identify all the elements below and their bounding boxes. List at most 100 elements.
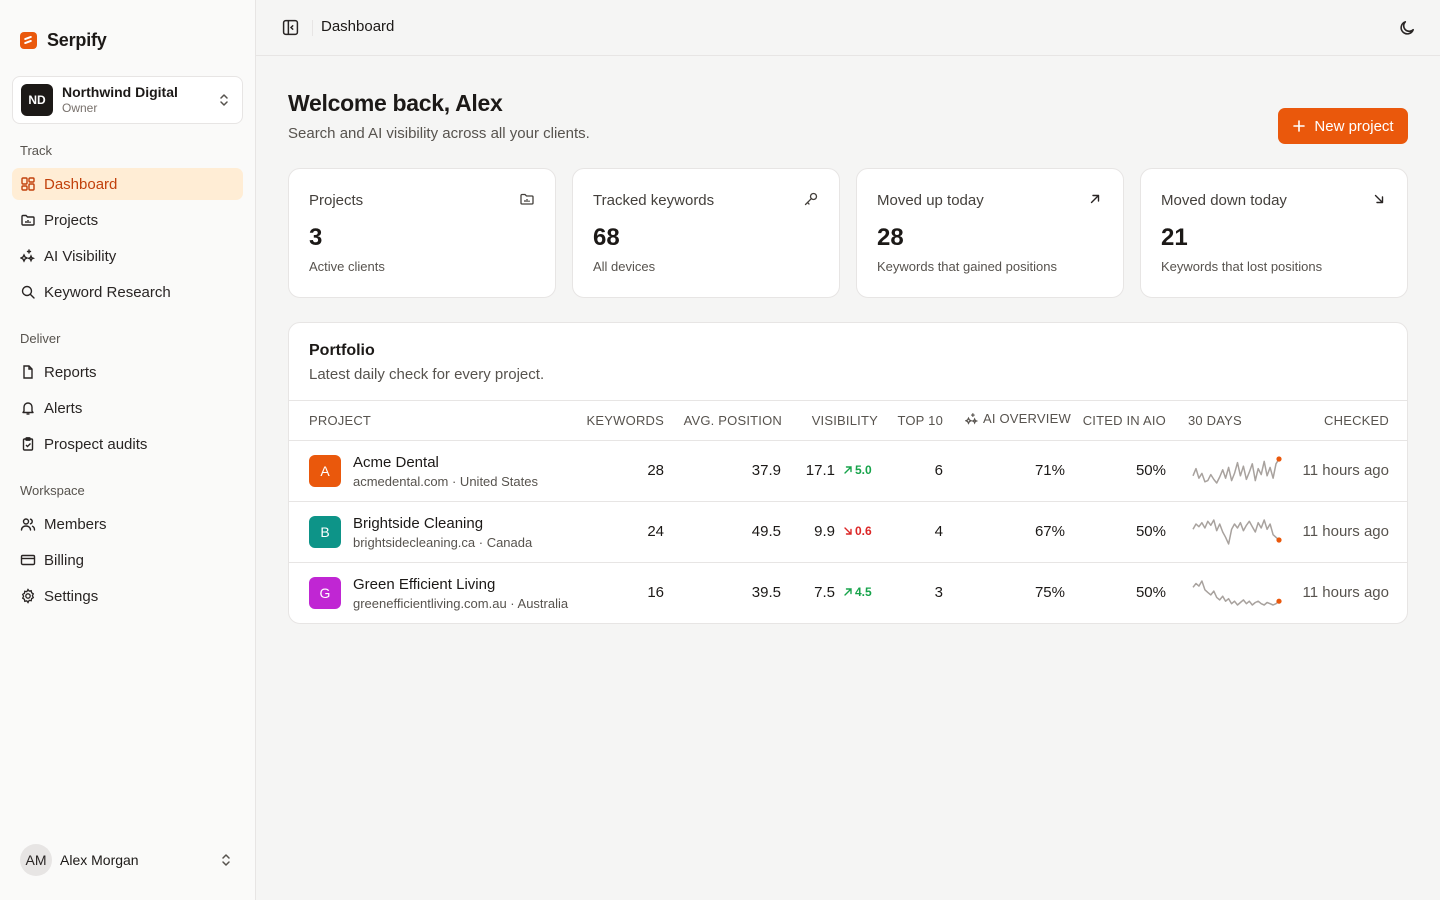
cited-in-aio-cell: 50% [1135, 462, 1166, 479]
org-switcher[interactable]: ND Northwind Digital Owner [12, 76, 243, 124]
arrow-up-right-icon [844, 466, 852, 474]
arrow-down-right-icon [844, 527, 852, 535]
sidebar-item-reports[interactable]: Reports [12, 356, 243, 388]
nav-title-track: Track [20, 143, 53, 158]
users-icon [20, 516, 36, 532]
column-header-keywords[interactable]: KEYWORDS [587, 413, 664, 428]
folder-icon [520, 193, 534, 205]
sidebar-item-label: Settings [44, 587, 99, 605]
nav-group-track: Track Dashboard Projects AI Visibility K… [12, 140, 243, 312]
brand[interactable]: Serpify [20, 30, 107, 51]
visibility-delta: 5.0 [843, 463, 872, 477]
sidebar-item-alerts[interactable]: Alerts [12, 392, 243, 424]
sidebar-item-billing[interactable]: Billing [12, 544, 243, 576]
column-header-cited-in-aio[interactable]: CITED IN AIO [1083, 413, 1166, 428]
sparkles-icon [20, 248, 36, 264]
visibility-cell: 7.5 [814, 584, 835, 601]
checked-cell: 11 hours ago [1302, 584, 1389, 601]
nav-title-deliver: Deliver [20, 331, 61, 346]
sparkline-line [1192, 458, 1280, 484]
stat-sub: Keywords that gained positions [877, 259, 1057, 274]
sparkles-icon [965, 412, 979, 425]
project-avatar: B [309, 516, 341, 548]
portfolio-subtitle: Latest daily check for every project. [309, 366, 545, 383]
project-name[interactable]: Green Efficient Living [353, 576, 495, 593]
stat-label: Projects [309, 192, 364, 209]
project-name[interactable]: Brightside Cleaning [353, 515, 483, 532]
page-title: Dashboard [321, 18, 395, 35]
column-header-project[interactable]: PROJECT [309, 413, 371, 428]
project-domain: greenefficientliving.com.au · Australia [353, 596, 569, 611]
column-header-top10[interactable]: TOP 10 [897, 413, 943, 428]
column-header-ai-overview[interactable]: AI OVERVIEW [965, 411, 1071, 426]
delta-value: 0.6 [855, 524, 872, 538]
stat-card-tracked-keywords: Tracked keywords 68 All devices [572, 168, 840, 298]
checked-cell: 11 hours ago [1302, 462, 1389, 479]
table-row[interactable]: G Green Efficient Living greenefficientliv… [289, 563, 1407, 623]
sidebar-item-label: Dashboard [44, 175, 118, 193]
project-avatar: A [309, 455, 341, 487]
keywords-cell: 16 [647, 584, 664, 601]
cited-in-aio-cell: 50% [1135, 523, 1166, 540]
avg-position-cell: 49.5 [751, 523, 781, 540]
org-avatar: ND [21, 84, 53, 116]
stat-value: 3 [309, 224, 323, 251]
sidebar-item-projects[interactable]: Projects [12, 204, 243, 236]
ai-overview-cell: 75% [1034, 584, 1065, 601]
user-menu[interactable]: AM Alex Morgan [20, 842, 242, 878]
sidebar-item-label: Members [44, 515, 107, 533]
plus-icon [1293, 120, 1306, 132]
chevrons-up-down-icon [220, 94, 228, 106]
arrow-up-right-icon [1090, 194, 1100, 204]
nav-group-workspace: Workspace Members Billing Settings [12, 480, 243, 616]
sidebar-item-ai-visibility[interactable]: AI Visibility [12, 240, 243, 272]
sparkline-latest-point [1276, 598, 1282, 604]
sidebar-item-members[interactable]: Members [12, 508, 243, 540]
cited-in-aio-cell: 50% [1135, 584, 1166, 601]
user-name: Alex Morgan [60, 852, 139, 868]
new-project-button[interactable]: New project [1278, 108, 1408, 144]
sidebar-item-label: Keyword Research [44, 283, 171, 301]
sidebar-item-prospect-audits[interactable]: Prospect audits [12, 428, 243, 460]
project-avatar: G [309, 577, 341, 609]
table-row[interactable]: B Brightside Cleaning brightsidecleaning.c… [289, 502, 1407, 563]
new-project-label: New project [1314, 117, 1394, 135]
arrow-down-right-icon [1374, 194, 1384, 204]
column-header-checked[interactable]: CHECKED [1324, 413, 1389, 428]
project-domain: acmedental.com · United States [353, 474, 538, 489]
sidebar-item-keyword-research[interactable]: Keyword Research [12, 276, 243, 308]
stat-sub: All devices [593, 259, 656, 274]
visibility-cell: 17.1 [805, 462, 835, 479]
checked-cell: 11 hours ago [1302, 523, 1389, 540]
keywords-cell: 24 [647, 523, 664, 540]
file-icon [20, 364, 36, 380]
welcome-heading: Welcome back, Alex [288, 90, 503, 116]
column-header-30-days[interactable]: 30 DAYS [1188, 413, 1242, 428]
stat-label: Moved down today [1161, 192, 1287, 209]
nav-title-workspace: Workspace [20, 483, 85, 498]
sparkline-latest-point [1276, 456, 1282, 462]
folder-icon [20, 212, 36, 228]
chevrons-up-down-icon [222, 854, 230, 866]
sparkline-latest-point [1276, 537, 1282, 543]
stat-sub: Active clients [309, 259, 385, 274]
sidebar-item-dashboard[interactable]: Dashboard [12, 168, 243, 200]
sidebar-item-settings[interactable]: Settings [12, 580, 243, 612]
column-header-visibility[interactable]: VISIBILITY [812, 413, 878, 428]
moon-icon[interactable] [1398, 19, 1416, 37]
avatar: AM [20, 844, 52, 876]
sidebar-item-label: Alerts [44, 399, 83, 417]
sidebar-toggle-icon[interactable] [282, 19, 299, 36]
column-header-avg-position[interactable]: AVG. POSITION [684, 413, 782, 428]
search-icon [20, 284, 36, 300]
project-name[interactable]: Acme Dental [353, 454, 439, 471]
top10-cell: 6 [934, 462, 943, 479]
sidebar-item-label: Billing [44, 551, 85, 569]
table-row[interactable]: A Acme Dental acmedental.com · United Stat… [289, 441, 1407, 502]
ai-overview-cell: 67% [1034, 523, 1065, 540]
avg-position-cell: 37.9 [751, 462, 781, 479]
table-header: PROJECT KEYWORDS AVG. POSITION VISIBILIT… [289, 400, 1407, 441]
topbar: Dashboard [256, 0, 1440, 56]
sidebar-item-label: Projects [44, 211, 99, 229]
avg-position-cell: 39.5 [751, 584, 781, 601]
